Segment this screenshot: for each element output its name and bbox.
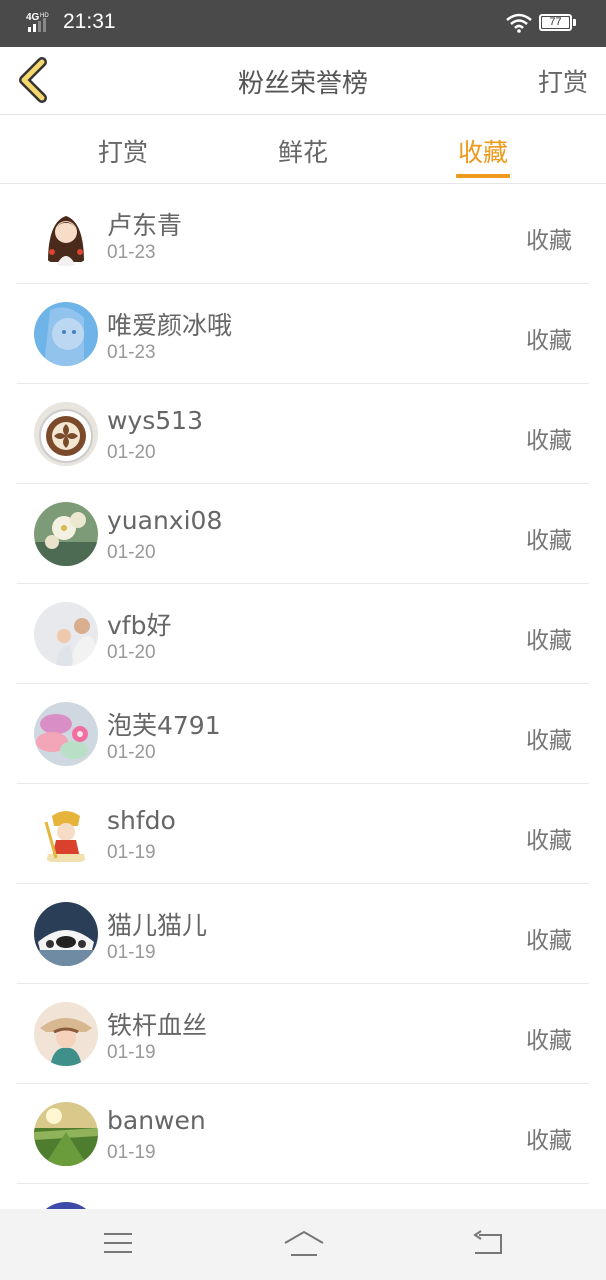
status-bar: 4G HD 21:31 77 bbox=[0, 0, 606, 47]
reward-button[interactable]: 打赏 bbox=[538, 63, 588, 99]
fan-date: 01-19 bbox=[107, 842, 156, 863]
avatar bbox=[34, 902, 98, 966]
fan-action: 收藏 bbox=[526, 728, 572, 754]
fan-name: vfb好 bbox=[107, 611, 172, 640]
fan-name: 猫儿猫儿 bbox=[107, 911, 208, 940]
list-item[interactable]: yuanxi08 01-20 收藏 bbox=[17, 484, 589, 584]
avatar bbox=[34, 402, 98, 466]
header: 粉丝荣誉榜 打赏 bbox=[0, 47, 606, 115]
fan-date: 01-19 bbox=[107, 942, 156, 963]
avatar bbox=[34, 202, 98, 266]
fan-action: 收藏 bbox=[526, 328, 572, 354]
fan-name: 唯爱颜冰哦 bbox=[107, 311, 233, 340]
fan-action: 收藏 bbox=[526, 1028, 572, 1054]
wifi-icon bbox=[506, 13, 532, 33]
fan-name: 铁杆血丝 bbox=[107, 1011, 208, 1040]
fan-date: 01-19 bbox=[107, 1042, 156, 1063]
avatar bbox=[34, 502, 98, 566]
page-title: 粉丝荣誉榜 bbox=[237, 69, 368, 99]
active-tab-indicator bbox=[456, 174, 510, 178]
fan-action: 收藏 bbox=[526, 828, 572, 854]
list-item[interactable]: banwen 01-19 收藏 bbox=[17, 1084, 589, 1184]
fan-list: 卢东青 01-23 收藏 唯爱颜冰哦 01-23 收藏 wys513 01-20… bbox=[0, 184, 606, 1266]
avatar bbox=[34, 802, 98, 866]
list-item[interactable]: 铁杆血丝 01-19 收藏 bbox=[17, 984, 589, 1084]
fan-date: 01-23 bbox=[107, 342, 156, 363]
fan-action: 收藏 bbox=[526, 228, 572, 254]
battery-icon: 77 bbox=[539, 14, 572, 31]
avatar bbox=[34, 702, 98, 766]
home-button[interactable] bbox=[283, 1229, 325, 1263]
fan-date: 01-20 bbox=[107, 742, 156, 763]
list-item[interactable]: 泡芙4791 01-20 收藏 bbox=[17, 684, 589, 784]
fan-date: 01-20 bbox=[107, 542, 156, 563]
list-item[interactable]: shfdo 01-19 收藏 bbox=[17, 784, 589, 884]
system-nav-bar bbox=[0, 1209, 606, 1280]
fan-name: shfdo bbox=[107, 806, 176, 835]
menu-button[interactable] bbox=[102, 1229, 134, 1261]
list-item[interactable]: wys513 01-20 收藏 bbox=[17, 384, 589, 484]
fan-action: 收藏 bbox=[526, 928, 572, 954]
avatar bbox=[34, 302, 98, 366]
fan-name: wys513 bbox=[107, 406, 203, 435]
back-arrow-icon bbox=[473, 1230, 502, 1254]
list-item[interactable]: 猫儿猫儿 01-19 收藏 bbox=[17, 884, 589, 984]
list-item[interactable]: 卢东青 01-23 收藏 bbox=[17, 184, 589, 284]
fan-action: 收藏 bbox=[526, 628, 572, 654]
svg-text:4G: 4G bbox=[26, 12, 40, 23]
back-nav-button[interactable] bbox=[471, 1229, 505, 1261]
signal-icon: 4G HD bbox=[26, 12, 49, 32]
avatar bbox=[34, 602, 98, 666]
fan-action: 收藏 bbox=[526, 1128, 572, 1154]
fan-action: 收藏 bbox=[526, 428, 572, 454]
tab-reward[interactable]: 打赏 bbox=[63, 133, 183, 169]
status-time: 21:31 bbox=[63, 10, 116, 33]
tab-flowers[interactable]: 鲜花 bbox=[243, 133, 363, 169]
fan-action: 收藏 bbox=[526, 528, 572, 554]
menu-icon bbox=[104, 1233, 132, 1253]
fan-name: yuanxi08 bbox=[107, 506, 223, 535]
fan-name: banwen bbox=[107, 1106, 206, 1135]
avatar bbox=[34, 1102, 98, 1166]
fan-date: 01-19 bbox=[107, 1142, 156, 1163]
fan-name: 泡芙4791 bbox=[107, 711, 221, 740]
fan-date: 01-23 bbox=[107, 242, 156, 263]
fan-date: 01-20 bbox=[107, 642, 156, 663]
list-item[interactable]: 唯爱颜冰哦 01-23 收藏 bbox=[17, 284, 589, 384]
list-item[interactable]: vfb好 01-20 收藏 bbox=[17, 584, 589, 684]
tab-favorites[interactable]: 收藏 bbox=[423, 133, 543, 169]
battery-level: 77 bbox=[549, 16, 562, 28]
fan-date: 01-20 bbox=[107, 442, 156, 463]
home-icon bbox=[284, 1231, 324, 1256]
tab-bar: 打赏 鲜花 收藏 bbox=[0, 115, 606, 184]
fan-name: 卢东青 bbox=[107, 211, 183, 240]
avatar bbox=[34, 1002, 98, 1066]
